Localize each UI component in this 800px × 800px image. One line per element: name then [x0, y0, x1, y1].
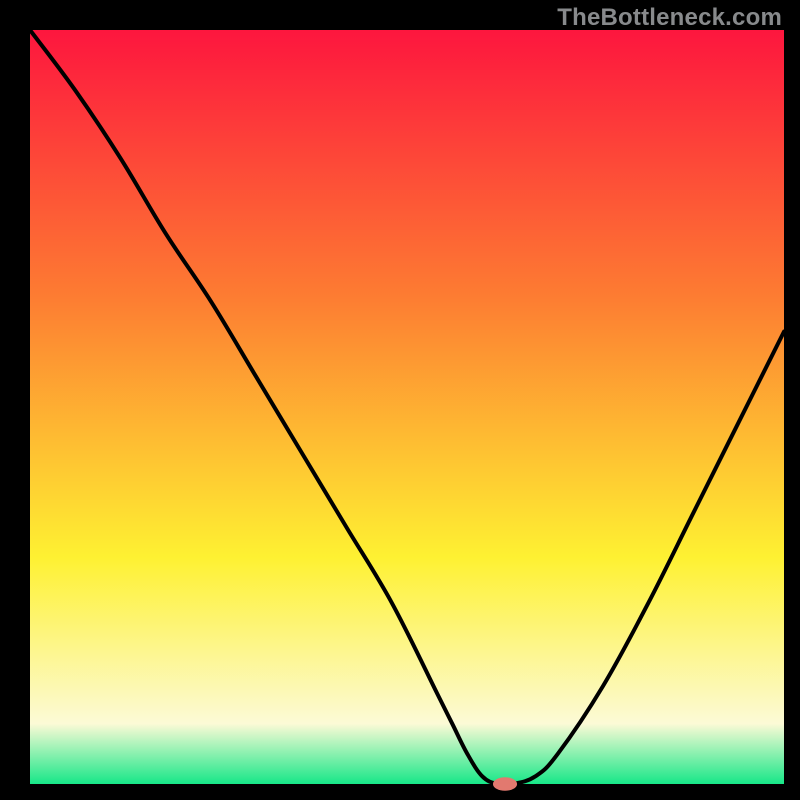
watermark-text: TheBottleneck.com [557, 4, 782, 32]
chart-frame: { "watermark": "TheBottleneck.com", "col… [0, 0, 800, 800]
bottleneck-chart [0, 0, 800, 800]
plot-background [30, 30, 784, 784]
minimum-marker [493, 777, 517, 791]
